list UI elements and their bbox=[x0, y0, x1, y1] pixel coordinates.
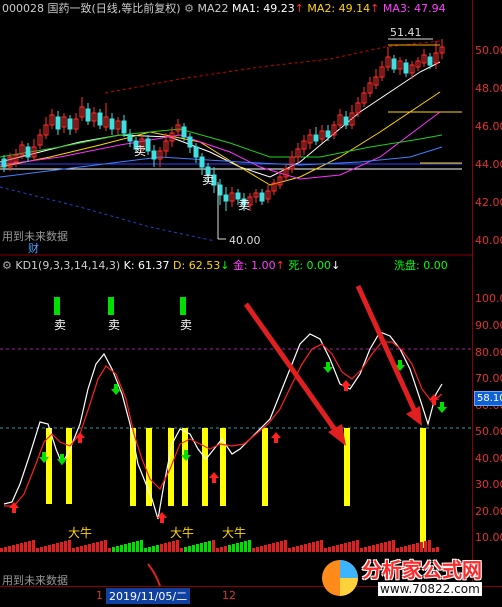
sell-marker-3: 卖 bbox=[238, 198, 251, 212]
ma-label[interactable]: MA22 bbox=[197, 2, 228, 15]
high-label: 51.41 bbox=[390, 26, 422, 39]
candles bbox=[1, 39, 445, 211]
kd-y-tick: 50.00 bbox=[475, 425, 502, 438]
kd-xipan-value: 洗盘: 0.00 bbox=[394, 259, 448, 272]
kline-y-tick: 48.00 bbox=[475, 82, 502, 95]
ma1-up-arrow-icon: ↑ bbox=[294, 2, 304, 15]
kd-d-value: D: 62.53 bbox=[173, 259, 221, 272]
cai-marker[interactable]: 财 bbox=[28, 240, 39, 256]
stock-code: 000028 bbox=[2, 2, 44, 15]
watermark-pie-icon bbox=[322, 560, 358, 596]
watermark-logo: 分析家公式网 www.70822.com bbox=[318, 550, 502, 606]
kd-y-tick: 40.00 bbox=[475, 452, 502, 465]
kd-y-tick: 80.00 bbox=[475, 346, 502, 359]
kd-k-value: K: 61.37 bbox=[123, 259, 170, 272]
kd-header: ⚙ KD1(9,3,3,14,14,3) K: 61.37 D: 62.53↓ … bbox=[2, 258, 472, 274]
kd-y-tick: 20.00 bbox=[475, 505, 502, 518]
daniu-label-1: 大牛 bbox=[68, 526, 93, 540]
kline-y-tick: 40.00 bbox=[475, 234, 502, 247]
kd-sell-bar-2 bbox=[108, 297, 114, 315]
date-axis-cursor-date[interactable]: 2019/11/05/二 bbox=[106, 588, 191, 604]
kd-arrows bbox=[9, 360, 447, 523]
kline-header: 000028 国药一致(日线,等比前复权) ⚙ MA22 MA1: 49.23↑… bbox=[2, 1, 446, 17]
settings-icon[interactable]: ⚙ bbox=[184, 2, 194, 15]
kd-sell-label-1: 卖 bbox=[54, 318, 67, 332]
kd-y-axis: 100.00 90.00 80.00 70.00 60.00 50.00 40.… bbox=[472, 258, 502, 586]
kd-jin-value: 金: 1.00 bbox=[232, 259, 276, 272]
kd-settings-icon[interactable]: ⚙ bbox=[2, 259, 12, 272]
ma-line-blue bbox=[0, 146, 443, 178]
kd-sell-label-3: 卖 bbox=[180, 318, 193, 332]
kline-y-tick: 44.00 bbox=[475, 158, 502, 171]
kd-title[interactable]: KD1(9,3,3,14,14,3) bbox=[15, 259, 120, 272]
date-axis-left-num: 1 bbox=[96, 589, 103, 602]
kline-chart[interactable] bbox=[0, 17, 472, 257]
kd-y-tick: 90.00 bbox=[475, 319, 502, 332]
kd-y-tick: 100.00 bbox=[475, 292, 502, 305]
low-label: 40.00 bbox=[229, 234, 261, 247]
kd-sell-bar-1 bbox=[54, 297, 60, 315]
kd-si-value: 死: 0.00 bbox=[288, 259, 332, 272]
daniu-label-2: 大牛 bbox=[170, 526, 195, 540]
kline-y-tick: 50.00 bbox=[475, 44, 502, 57]
kd-y-tick: 70.00 bbox=[475, 372, 502, 385]
kd-sell-label-2: 卖 bbox=[108, 318, 121, 332]
ma2-value: MA2: 49.14 bbox=[307, 2, 371, 15]
kd-y-tick: 30.00 bbox=[475, 478, 502, 491]
kd-current-value-tag: 58.10 bbox=[474, 391, 502, 406]
kd-si-down-arrow-icon: ↓ bbox=[331, 259, 341, 272]
watermark-url: www.70822.com bbox=[378, 582, 482, 596]
ma3-value: MA3: 47.94 bbox=[382, 2, 446, 15]
daniu-label-3: 大牛 bbox=[222, 526, 247, 540]
kd-y-tick: 10.00 bbox=[475, 531, 502, 544]
sell-marker-1: 卖 bbox=[134, 144, 147, 158]
watermark-title: 分析家公式网 bbox=[362, 558, 482, 582]
sell-marker-2: 卖 bbox=[202, 173, 215, 187]
kd-sell-bar-3 bbox=[180, 297, 186, 315]
stock-name-period: 国药一致(日线,等比前复权) bbox=[47, 2, 181, 15]
kline-y-axis: 50.00 48.00 46.00 44.00 42.00 40.00 bbox=[472, 0, 502, 258]
ma1-value: MA1: 49.23 bbox=[231, 2, 295, 15]
kd-jin-up-arrow-icon: ↑ bbox=[275, 259, 285, 272]
kd-d-down-arrow-icon: ↓ bbox=[220, 259, 230, 272]
ma2-up-arrow-icon: ↑ bbox=[370, 2, 380, 15]
kline-y-tick: 46.00 bbox=[475, 120, 502, 133]
kline-y-tick: 42.00 bbox=[475, 196, 502, 209]
ma-line-yellow bbox=[0, 91, 441, 186]
date-axis-right-num: 12 bbox=[222, 589, 236, 602]
